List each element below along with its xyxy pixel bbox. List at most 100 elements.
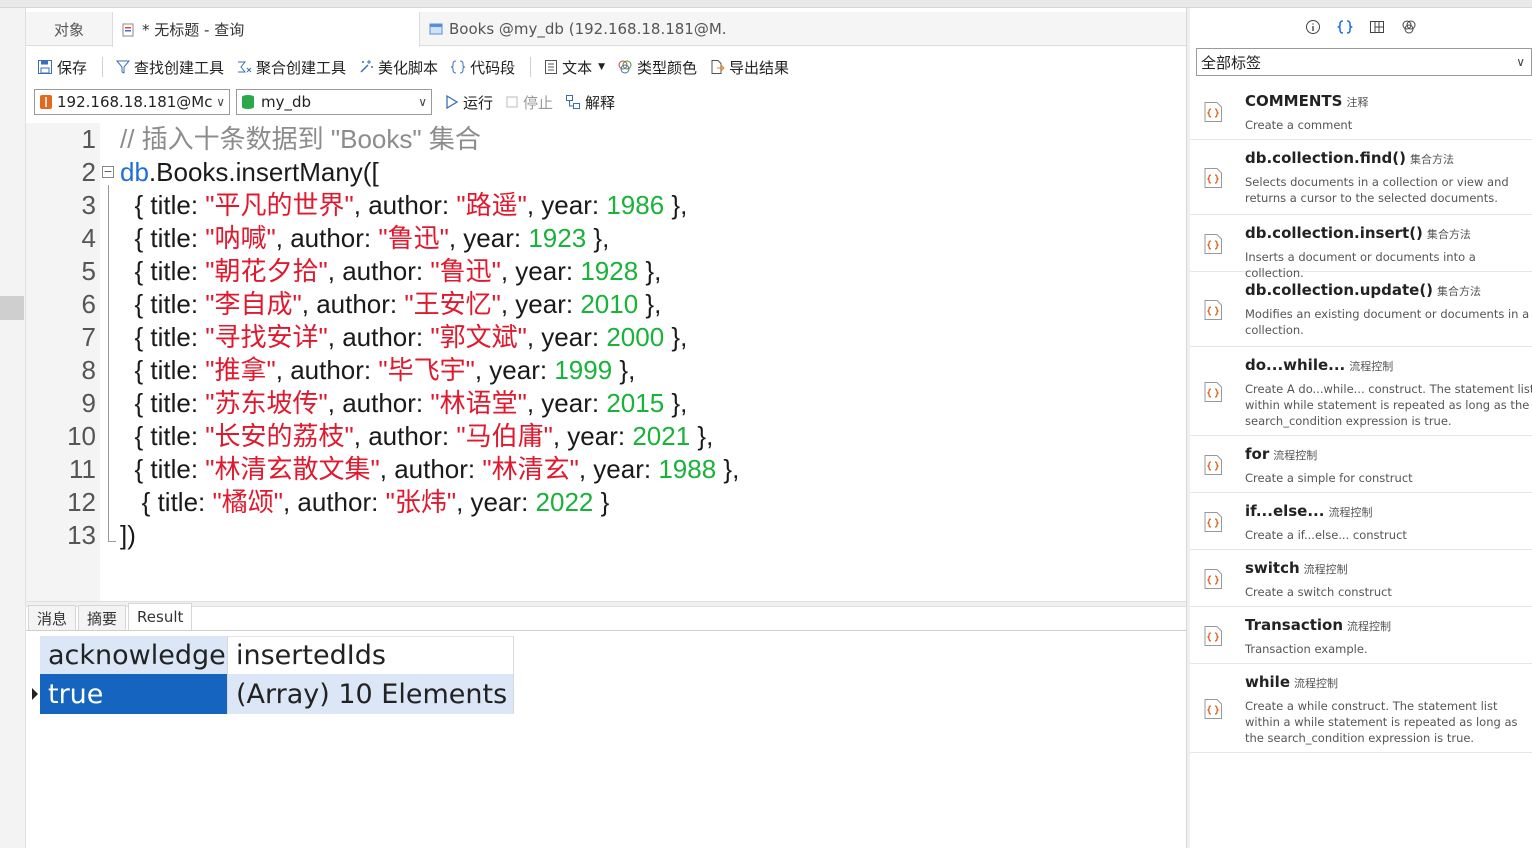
snippet-item[interactable]: db.collection.find() 集合方法 Selects document… [1190, 141, 1532, 215]
code-line[interactable]: 12 { title: "橘颂", author: "张炜", year: 20… [26, 486, 1186, 519]
snippet-icon [1204, 626, 1222, 646]
find-builder-label: 查找创建工具 [134, 58, 225, 77]
code-snippet-button[interactable]: 代码段 [445, 54, 520, 80]
snippet-item[interactable]: COMMENTS 注释 Create a comment [1190, 84, 1532, 140]
code-line[interactable]: 5 { title: "朝花夕拾", author: "鲁迅", year: 1… [26, 255, 1186, 288]
snippet-icon [1204, 300, 1222, 320]
palette-icon[interactable] [1400, 18, 1418, 36]
toolbar-divider [530, 57, 532, 77]
run-button[interactable]: 运行 [440, 89, 498, 115]
code-text: { title: "苏东坡传", author: "林语堂", year: 20… [120, 387, 687, 420]
code-text-segment: , year: [526, 388, 607, 418]
snippet-description: Create a comment [1245, 118, 1353, 132]
fold-toggle-icon[interactable]: − [102, 166, 114, 178]
snippet-title: COMMENTS 注释 [1245, 92, 1368, 110]
tab-untitled-query[interactable]: * 无标题 - 查询 [112, 12, 420, 47]
snippet-item[interactable]: while 流程控制 Create a while construct. The s… [1190, 665, 1532, 753]
snippet-item[interactable]: db.collection.insert() 集合方法 Inserts a docu… [1190, 216, 1532, 280]
dock-handle[interactable] [0, 296, 24, 320]
code-line[interactable]: 9 { title: "苏东坡传", author: "林语堂", year: … [26, 387, 1186, 420]
code-string: "毕飞宇" [378, 355, 475, 385]
code-string: "林语堂" [430, 388, 527, 418]
tab-summary[interactable]: 摘要 [78, 605, 127, 630]
snippet-icon [1204, 455, 1222, 475]
code-string: "橘颂" [212, 487, 283, 517]
export-results-button[interactable]: 导出结果 [704, 54, 794, 80]
code-line[interactable]: 6 { title: "李自成", author: "王安忆", year: 2… [26, 288, 1186, 321]
result-grid[interactable]: acknowledged insertedIds true (Array) 10… [32, 636, 516, 714]
tag-filter-select[interactable]: 全部标签 ∨ [1196, 48, 1532, 76]
code-text-segment: { title: [134, 388, 206, 418]
code-line[interactable]: 8 { title: "推拿", author: "毕飞宇", year: 19… [26, 354, 1186, 387]
tab-messages[interactable]: 消息 [28, 605, 77, 630]
stop-button[interactable]: 停止 [500, 89, 558, 115]
column-header-insertedids[interactable]: insertedIds [228, 636, 514, 674]
cell-insertedids[interactable]: (Array) 10 Elements [228, 674, 514, 714]
snippet-title-text: while [1245, 673, 1290, 691]
code-line[interactable]: 3 { title: "平凡的世界", author: "路遥", year: … [26, 189, 1186, 222]
database-value: my_db [261, 93, 312, 111]
code-text-segment: { title: [134, 322, 206, 352]
tab-objects[interactable]: 对象 [26, 12, 112, 46]
code-text-segment: }, [664, 388, 688, 418]
snippet-tag: 流程控制 [1273, 449, 1318, 462]
beautify-button[interactable]: 美化脚本 [353, 54, 443, 80]
aggregate-builder-label: 聚合创建工具 [256, 58, 347, 77]
tab-books-collection[interactable]: Books @my_db (192.168.18.181@M... [420, 12, 726, 46]
database-select[interactable]: my_db ∨ [236, 89, 432, 115]
text-mode-button[interactable]: 文本 ▼ [539, 54, 610, 80]
snippet-item[interactable]: switch 流程控制 Create a switch construct [1190, 551, 1532, 607]
grid-layout-icon[interactable] [1368, 18, 1386, 36]
code-text-segment: , author: [327, 388, 431, 418]
snippet-tag: 流程控制 [1328, 506, 1373, 519]
snippet-description: Modifies an existing document or documen… [1245, 307, 1530, 337]
snippet-description: Create a switch construct [1245, 585, 1392, 599]
code-text: { title: "呐喊", author: "鲁迅", year: 1923 … [120, 222, 609, 255]
explain-button[interactable]: 解释 [560, 89, 620, 115]
find-builder-button[interactable]: 查找创建工具 [111, 54, 229, 80]
snippet-title: while 流程控制 [1245, 673, 1338, 691]
code-text-segment: { title: [134, 289, 206, 319]
code-line[interactable]: 10 { title: "长安的荔枝", author: "马伯庸", year… [26, 420, 1186, 453]
column-header-acknowledged[interactable]: acknowledged [40, 636, 228, 674]
save-button[interactable]: 保存 [32, 54, 92, 80]
braces-icon[interactable] [1336, 18, 1354, 36]
code-line[interactable]: 13]) [26, 519, 1186, 552]
stop-icon [506, 96, 518, 108]
mongodb-connection-icon [40, 95, 52, 109]
code-text-segment: , year: [526, 322, 607, 352]
snippet-item[interactable]: if...else... 流程控制 Create a if...else... co… [1190, 494, 1532, 550]
code-text-segment: { title: [134, 421, 206, 451]
aggregate-builder-button[interactable]: 聚合创建工具 [231, 54, 351, 80]
type-color-button[interactable]: 类型颜色 [612, 54, 702, 80]
save-label: 保存 [57, 58, 88, 77]
code-text-segment: , author: [327, 256, 431, 286]
snippet-item[interactable]: db.collection.update() 集合方法 Modifies an ex… [1190, 273, 1532, 347]
cell-acknowledged[interactable]: true [40, 674, 228, 714]
code-line[interactable]: 2− db.Books.insertMany([ [26, 156, 1186, 189]
code-text-segment: }, [664, 322, 688, 352]
code-number: 1928 [580, 256, 639, 286]
info-icon[interactable] [1304, 18, 1322, 36]
code-string: "朝花夕拾" [205, 256, 328, 286]
snippet-item[interactable]: Transaction 流程控制 Transaction example. [1190, 608, 1532, 664]
code-line[interactable]: 7 { title: "寻找安详", author: "郭文斌", year: … [26, 321, 1186, 354]
snippet-title-text: switch [1245, 559, 1300, 577]
table-row[interactable]: true (Array) 10 Elements [40, 674, 516, 714]
snippet-description: Create A do...while... construct. The st… [1245, 382, 1532, 428]
code-text-segment: , author: [353, 190, 457, 220]
stop-label: 停止 [523, 93, 554, 112]
code-line[interactable]: 4 { title: "呐喊", author: "鲁迅", year: 192… [26, 222, 1186, 255]
connection-select[interactable]: 192.168.18.181@Mc ∨ [34, 89, 230, 115]
code-text-segment: }, [612, 355, 636, 385]
snippet-item[interactable]: for 流程控制 Create a simple for construct [1190, 437, 1532, 493]
tab-books-collection-label: Books @my_db (192.168.18.181@M... [449, 20, 726, 38]
document-icon [545, 60, 558, 74]
code-number: 1986 [606, 190, 665, 220]
tab-result[interactable]: Result [128, 603, 193, 630]
code-line[interactable]: 1 // 插入十条数据到 "Books" 集合 [26, 123, 1186, 156]
code-line[interactable]: 11 { title: "林清玄散文集", author: "林清玄", yea… [26, 453, 1186, 486]
code-editor[interactable]: 1// 插入十条数据到 "Books" 集合 2− db.Books.insertM… [26, 123, 1186, 601]
snippet-item[interactable]: do...while... 流程控制 Create A do...while... … [1190, 348, 1532, 436]
